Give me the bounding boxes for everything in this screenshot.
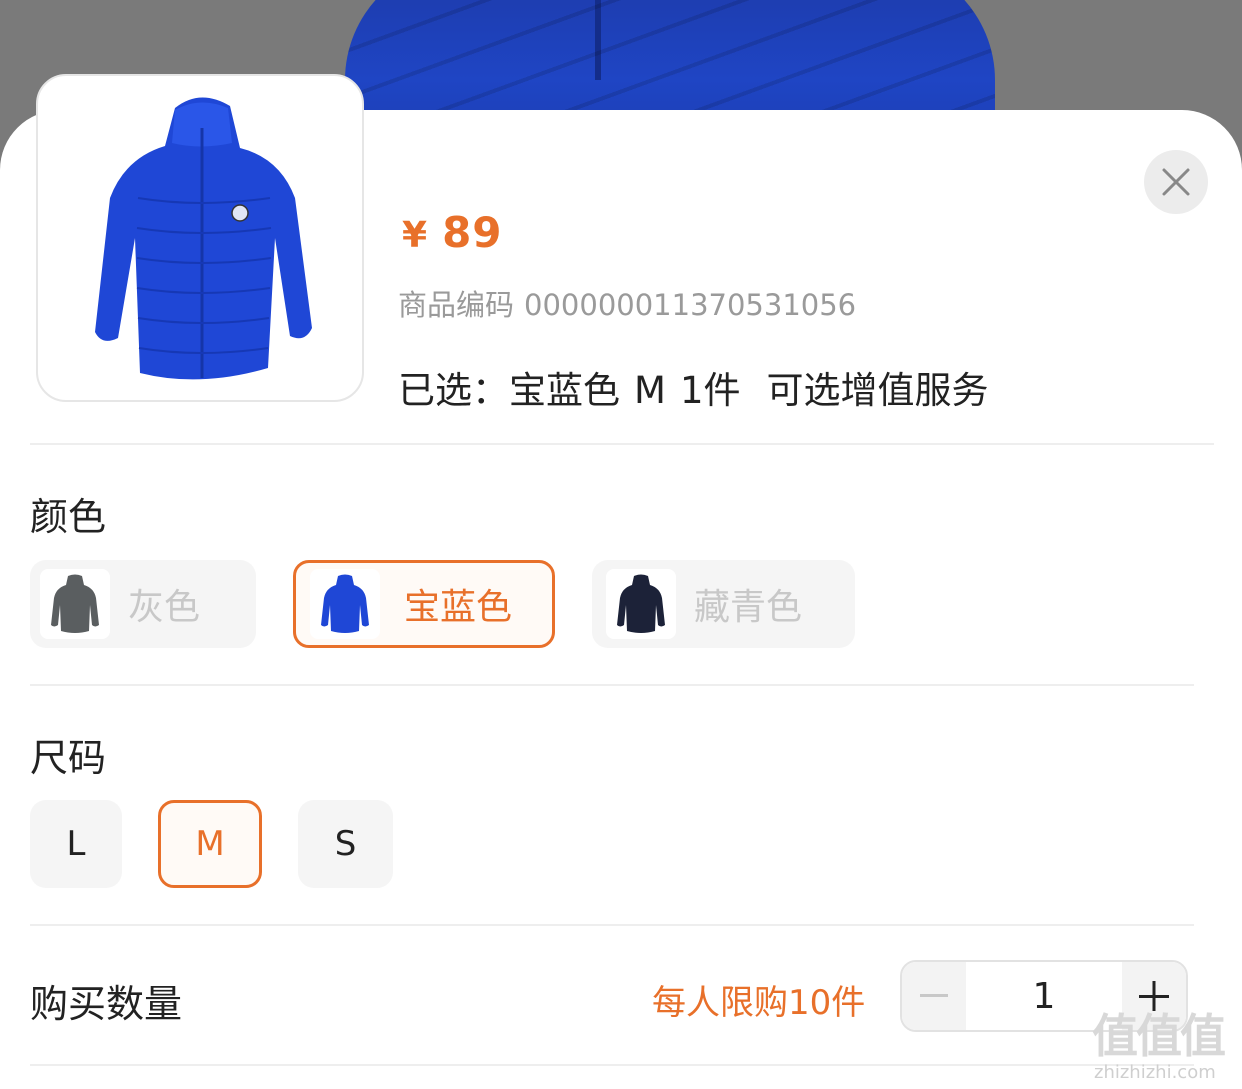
currency-symbol: ¥ <box>402 215 429 256</box>
product-thumbnail <box>36 74 364 402</box>
selected-quantity: 1件 <box>679 369 741 412</box>
color-option-royal-blue[interactable]: 宝蓝色 <box>293 560 555 648</box>
color-section-title: 颜色 <box>30 495 107 539</box>
navy-jacket-thumbnail <box>606 569 676 639</box>
divider <box>30 443 1214 445</box>
price: ¥89 <box>402 208 503 257</box>
minus-icon <box>920 994 948 997</box>
quantity-section-title: 购买数量 <box>30 982 183 1026</box>
selected-prefix: 已选： <box>398 369 509 412</box>
divider <box>30 1064 1194 1066</box>
size-section-title: 尺码 <box>30 736 107 780</box>
divider <box>30 684 1194 686</box>
sku-value: 000000011370531056 <box>524 288 857 322</box>
close-button[interactable] <box>1144 150 1208 214</box>
blue-jacket-thumbnail <box>310 569 380 639</box>
watermark-logo: 值值值 <box>1092 1009 1226 1063</box>
price-value: 89 <box>442 208 503 257</box>
color-option-navy[interactable]: 藏青色 <box>592 560 855 648</box>
color-option-label: 藏青色 <box>694 587 803 628</box>
selected-size: M <box>634 369 666 412</box>
gray-jacket-thumbnail <box>40 569 110 639</box>
size-option-m[interactable]: M <box>158 800 262 888</box>
close-icon <box>1162 168 1190 196</box>
color-option-gray[interactable]: 灰色 <box>30 560 256 648</box>
watermark-site: zhizhizhi.com <box>1094 1062 1216 1083</box>
sku-label: 商品编码 <box>398 288 515 322</box>
jacket-image <box>95 97 312 380</box>
selected-summary: 已选：宝蓝色 M 1件 可选增值服务 <box>398 360 1002 414</box>
color-option-label: 宝蓝色 <box>404 587 513 628</box>
size-option-l[interactable]: L <box>30 800 122 888</box>
color-option-label: 灰色 <box>128 587 201 628</box>
selected-color: 宝蓝色 <box>509 369 620 412</box>
decrease-button[interactable] <box>902 962 966 1030</box>
size-option-s[interactable]: S <box>298 800 393 888</box>
sku-code: 商品编码 000000011370531056 <box>398 282 856 324</box>
divider <box>30 924 1194 926</box>
purchase-limit-text: 每人限购10件 <box>652 983 866 1023</box>
value-added-service[interactable]: 可选增值服务 <box>766 369 988 412</box>
